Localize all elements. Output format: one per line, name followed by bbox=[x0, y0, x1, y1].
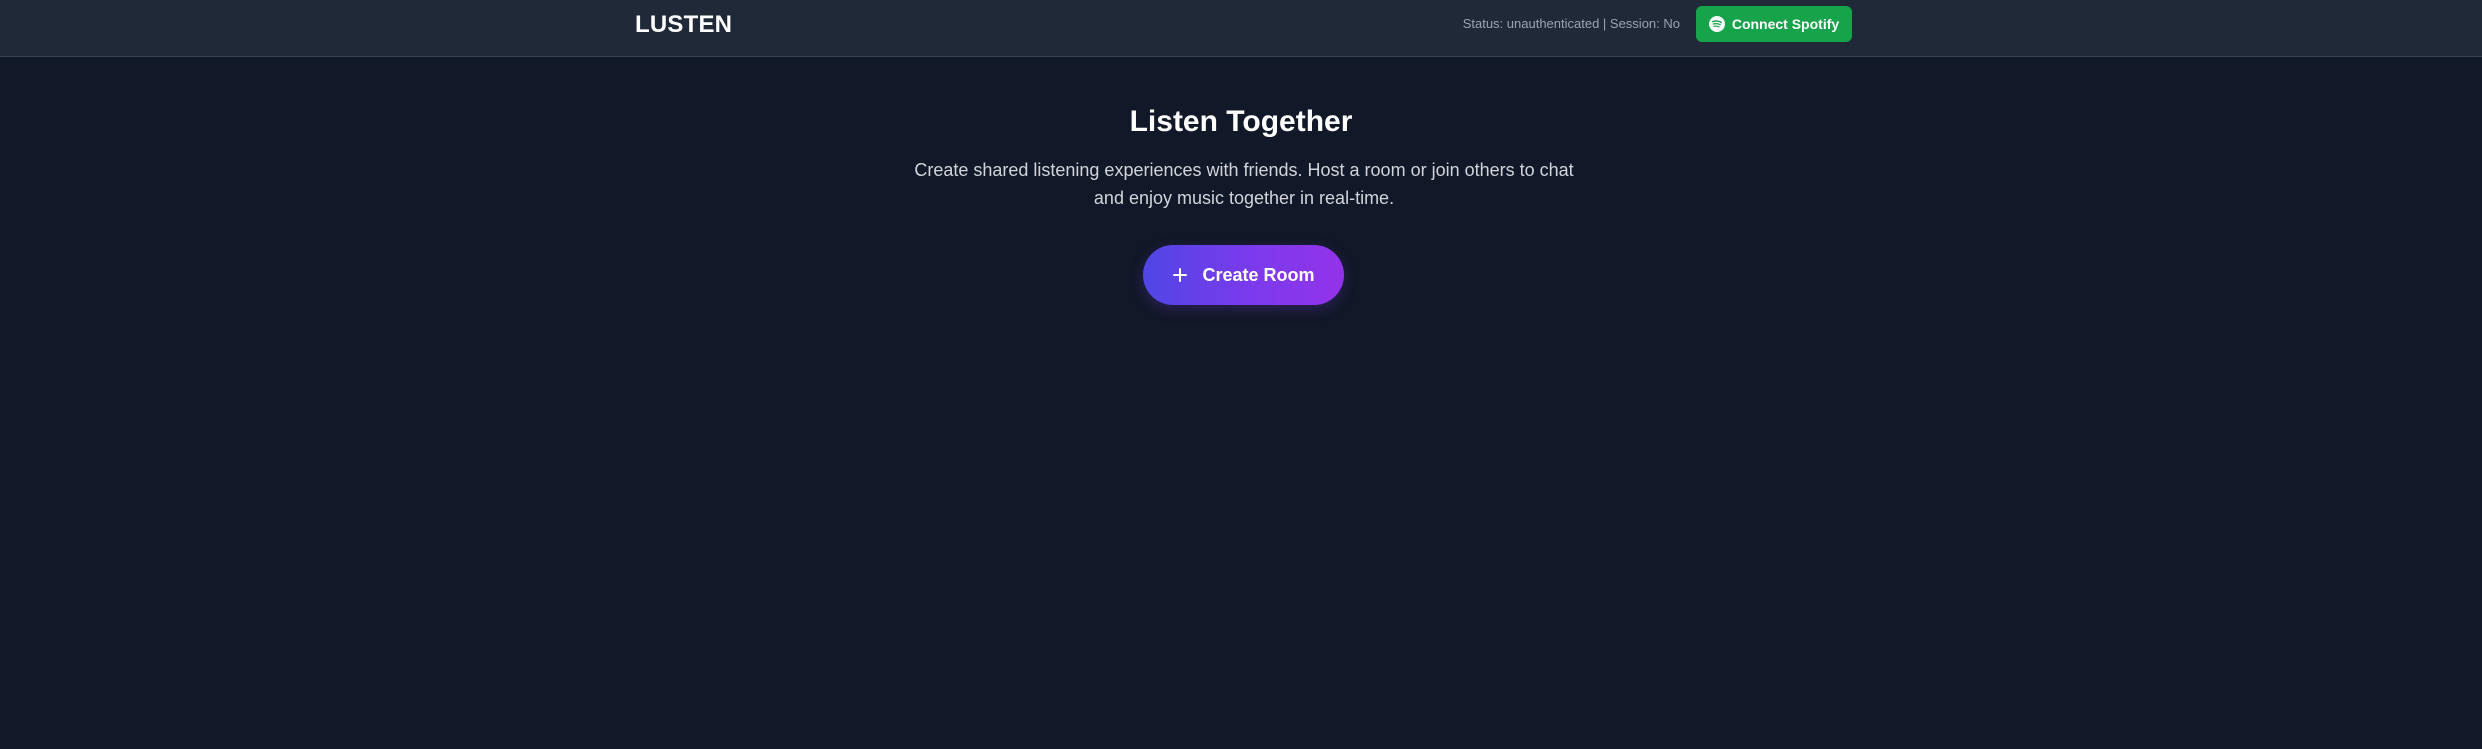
create-room-label: Create Room bbox=[1202, 264, 1315, 285]
create-room-button[interactable]: Create Room bbox=[1143, 245, 1344, 305]
app-logo[interactable]: LUSTEN bbox=[635, 10, 732, 40]
connect-spotify-button[interactable]: Connect Spotify bbox=[1696, 6, 1852, 42]
plus-icon bbox=[1172, 267, 1188, 283]
connect-spotify-label: Connect Spotify bbox=[1731, 16, 1840, 32]
top-navbar: LUSTEN Status: unauthenticated | Session… bbox=[0, 0, 2482, 57]
page-title: Listen Together bbox=[1129, 105, 1353, 138]
auth-status-text: Status: unauthenticated | Session: No bbox=[1462, 16, 1680, 31]
spotify-icon bbox=[1708, 16, 1725, 32]
page-subtitle: Create shared listening experiences with… bbox=[914, 160, 1574, 208]
